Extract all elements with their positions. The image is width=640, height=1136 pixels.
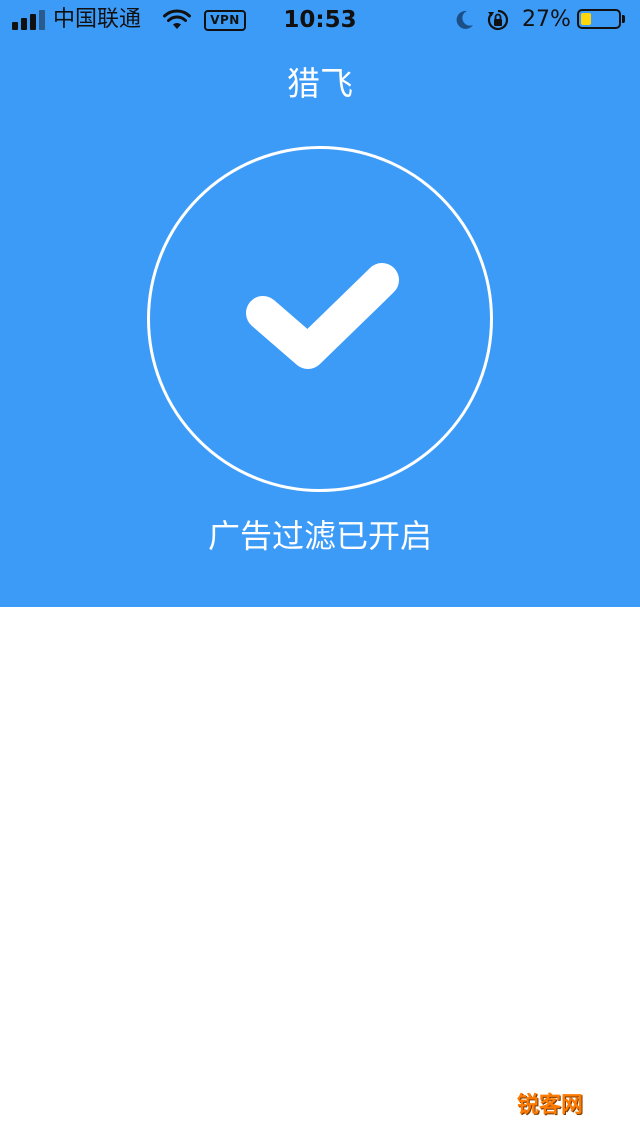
battery-level xyxy=(581,13,591,25)
signal-icon xyxy=(12,10,46,30)
app-screen: 中国联通 VPN 10:53 27% 猎飞 广告过滤已开启 锐客网 xyxy=(0,0,640,1136)
status-header-panel: 中国联通 VPN 10:53 27% 猎飞 广告过滤已开启 xyxy=(0,0,640,607)
wifi-icon xyxy=(163,9,191,29)
checkmark-icon xyxy=(246,263,399,369)
battery-tip xyxy=(622,15,625,23)
page-title: 猎飞 xyxy=(287,64,353,103)
filter-status-button[interactable] xyxy=(147,146,493,492)
moon-icon xyxy=(456,10,473,29)
rotation-lock-icon xyxy=(487,9,509,31)
battery-percentage: 27% xyxy=(522,7,571,32)
watermark-text: 锐客网 xyxy=(517,1093,584,1118)
battery-icon xyxy=(577,9,621,29)
watermark: 锐客网 xyxy=(517,1090,633,1124)
vpn-icon: VPN xyxy=(204,10,246,31)
watermark-logo: 锐客网 xyxy=(517,1090,583,1122)
filter-status-text: 广告过滤已开启 xyxy=(207,517,432,555)
status-bar: 中国联通 VPN 10:53 27% xyxy=(0,0,640,40)
carrier-name: 中国联通 xyxy=(53,7,142,32)
